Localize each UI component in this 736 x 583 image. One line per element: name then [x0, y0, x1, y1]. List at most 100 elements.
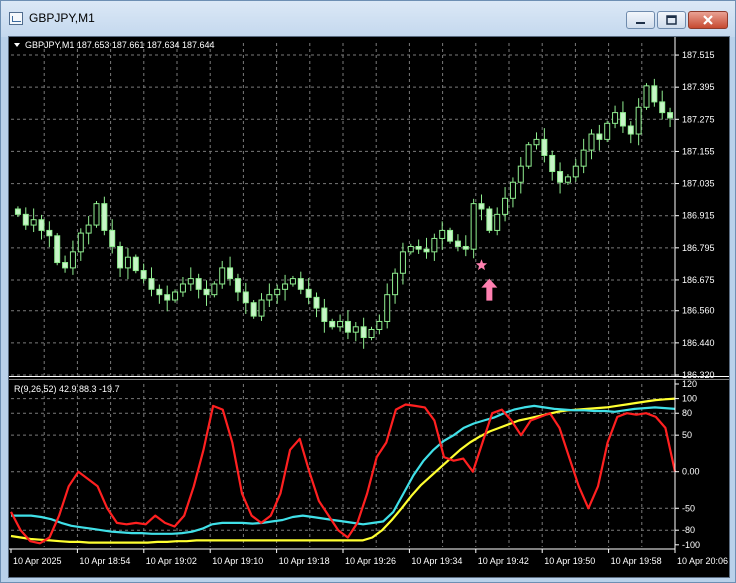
candle-body-bear: [38, 219, 45, 231]
terminal-window: GBPJPY,M1 187.515 187.395 187.275 187.155 18…: [0, 0, 736, 583]
candle-body-bear: [447, 229, 454, 242]
candle-body-bear: [321, 307, 328, 322]
time-tick-label: 10 Apr 2025: [13, 556, 62, 566]
candle-body-bear: [54, 235, 61, 264]
maximize-icon: [666, 15, 677, 25]
minimize-button[interactable]: [626, 11, 655, 29]
title-bar[interactable]: GBPJPY,M1: [1, 1, 735, 37]
candle-body-bull: [172, 291, 179, 301]
candle-body-bull: [69, 251, 76, 269]
candle-body-bear: [344, 320, 351, 333]
time-tick-label: 10 Apr 18:54: [79, 556, 130, 566]
candle-body-bull: [580, 149, 587, 167]
candle-body-bear: [227, 267, 234, 280]
candle-body-bear: [148, 278, 155, 290]
candle-body-bear: [203, 288, 210, 296]
candle-body-bear: [305, 288, 312, 298]
candle-body-bull: [274, 288, 281, 296]
candle-body-bear: [62, 262, 69, 269]
candle-body-bull: [289, 278, 296, 285]
candle-body-bear: [454, 240, 461, 247]
candle-body-bear: [195, 278, 202, 290]
time-tick-label: 10 Apr 19:42: [478, 556, 529, 566]
candle-body-bear: [250, 302, 257, 317]
candle-body-bear: [651, 85, 658, 103]
chart-window-icon: [9, 12, 23, 25]
candle-body-bull: [525, 144, 532, 167]
candle-body-bull: [352, 326, 359, 333]
candle-body-bear: [462, 245, 469, 250]
indicator-tick-label: -50: [682, 503, 695, 513]
candle-body-bear: [557, 171, 564, 183]
indicator-tick-label: -100: [682, 540, 700, 550]
time-tick-label: 10 Apr 19:02: [146, 556, 197, 566]
candle-body-bull: [219, 267, 226, 285]
price-tick-label: 186.795: [682, 243, 715, 253]
price-tick-label: 187.155: [682, 146, 715, 156]
price-tick-label: 186.675: [682, 275, 715, 285]
close-button[interactable]: [688, 11, 728, 29]
candle-body-bear: [22, 213, 29, 226]
candle-body-bear: [329, 320, 336, 328]
candle-body-bull: [588, 133, 595, 151]
candle-body-bull: [179, 283, 186, 293]
candle-body-bull: [564, 176, 571, 183]
candle-body-bear: [541, 138, 548, 156]
candle-body-bear: [234, 278, 241, 293]
minimize-icon: [636, 22, 645, 24]
time-tick-label: 10 Apr 19:50: [544, 556, 595, 566]
chart-header: GBPJPY,M1 187.653 187.661 187.634 187.64…: [14, 40, 215, 50]
time-tick-label: 10 Apr 19:58: [611, 556, 662, 566]
candle-body-bear: [423, 248, 430, 253]
candle-body-bear: [360, 326, 367, 339]
maximize-button[interactable]: [657, 11, 686, 29]
candle-body-bull: [643, 85, 650, 108]
indicator-header-text: R(9,26,52) 42.9 88.3 -19.7: [14, 384, 120, 394]
candle-body-bull: [439, 229, 446, 239]
candle-body-bear: [596, 133, 603, 140]
candle-body-bear: [659, 101, 666, 114]
candle-body-bull: [502, 197, 509, 215]
candle-body-bull: [266, 294, 273, 301]
candle-body-bull: [384, 294, 391, 322]
close-icon: [703, 15, 713, 25]
candle-body-bull: [635, 106, 642, 135]
candle-body-bull: [392, 272, 399, 296]
candle-body-bull: [258, 299, 265, 317]
candle-body-bull: [470, 203, 477, 250]
price-tick-label: 186.440: [682, 338, 715, 348]
candle-body-bull: [604, 122, 611, 140]
candle-body-bear: [242, 291, 249, 304]
candle-body-bear: [667, 112, 674, 119]
price-tick-label: 187.515: [682, 50, 715, 60]
candle-body-bull: [124, 256, 131, 269]
candle-body-bear: [627, 125, 634, 135]
candle-body-bull: [494, 213, 501, 231]
time-tick-label: 10 Apr 19:26: [345, 556, 396, 566]
candle-body-bull: [368, 328, 375, 339]
candle-body-bull: [85, 224, 92, 234]
candle-body-bear: [101, 203, 108, 231]
candle-body-bull: [93, 203, 100, 226]
indicator-tick-label: 50: [682, 430, 692, 440]
candle-body-bear: [140, 270, 147, 280]
chart-header-text: GBPJPY,M1 187.653 187.661 187.634 187.64…: [25, 40, 215, 50]
indicator-tick-label: 80: [682, 408, 692, 418]
candle-body-bull: [431, 237, 438, 253]
time-tick-label: 10 Apr 19:18: [279, 556, 330, 566]
price-tick-label: 187.395: [682, 82, 715, 92]
candle-body-bull: [517, 165, 524, 183]
indicator-tick-label: 120: [682, 379, 697, 389]
candle-body-bear: [297, 278, 304, 290]
indicator-tick-label: -80: [682, 525, 695, 535]
indicator-tick-label: 0.00: [682, 467, 700, 477]
candle-body-bear: [313, 296, 320, 309]
time-tick-label: 10 Apr 19:34: [411, 556, 462, 566]
chart-area[interactable]: 187.515 187.395 187.275 187.155 187.035 186.9…: [8, 36, 730, 578]
candle-body-bull: [376, 320, 383, 330]
candle-body-bear: [156, 288, 163, 296]
price-chart[interactable]: 187.515 187.395 187.275 187.155 187.035 186.9…: [9, 37, 729, 577]
candle-body-bear: [117, 245, 124, 269]
price-tick-label: 186.915: [682, 211, 715, 221]
candle-body-bear: [109, 229, 116, 247]
